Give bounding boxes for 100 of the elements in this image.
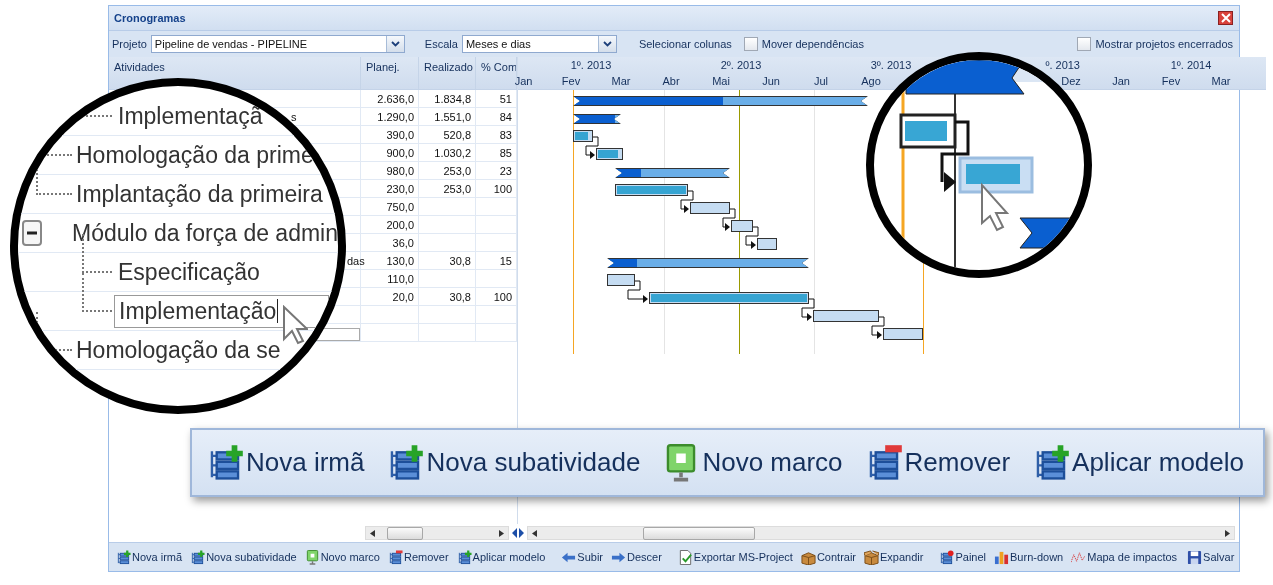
toolbar-button[interactable]: Expandir: [861, 549, 927, 565]
toolbar-button[interactable]: Nova subatividade: [187, 549, 300, 565]
toolbar-button[interactable]: Remover: [860, 443, 1015, 482]
column-header[interactable]: Planej.: [366, 61, 400, 73]
table-cell: 51: [499, 92, 512, 105]
month-label: Jan: [1111, 75, 1131, 89]
list-icon: [116, 549, 131, 565]
toolbar-button[interactable]: Burn-down: [991, 549, 1067, 565]
task-bar[interactable]: [573, 130, 593, 142]
table-cell: 83: [499, 128, 512, 141]
window-title: Cronogramas: [114, 12, 186, 24]
select-columns-button[interactable]: Selecionar colunas: [638, 38, 736, 50]
column-header[interactable]: Realizado: [424, 61, 473, 73]
table-cell: 200,0: [386, 218, 414, 231]
task-bar[interactable]: [813, 310, 879, 322]
toolbar-button[interactable]: Mapa de impactos: [1068, 549, 1181, 565]
box-icon: [864, 549, 879, 565]
task-bar[interactable]: [649, 292, 809, 304]
summary-bar[interactable]: [573, 96, 868, 106]
quarter-label: 2º. 2013: [720, 59, 762, 71]
tree-item[interactable]: Especificação: [118, 258, 260, 286]
month-label: Jun: [761, 75, 781, 89]
list-icon: [456, 549, 472, 565]
list-icon: [387, 549, 403, 565]
table-cell: 36,0: [392, 236, 414, 249]
table-cell: 253,0: [443, 182, 471, 195]
toolbar-button[interactable]: Subir: [558, 549, 606, 565]
task-bar[interactable]: [607, 274, 635, 286]
table-cell: 1.834,8: [434, 92, 471, 105]
quarter-label: 1º. 2014: [1170, 59, 1212, 71]
scroll-right-icon[interactable]: [1225, 529, 1230, 537]
table-cell: 1.290,0: [377, 110, 414, 123]
toolbar-button[interactable]: Novo marco: [658, 443, 847, 482]
checkbox-label: Mostrar projetos encerrados: [1095, 38, 1233, 50]
project-select[interactable]: Pipeline de vendas - PIPELINE: [150, 35, 405, 53]
tree-item[interactable]: Implementaçã: [118, 102, 263, 130]
splitter-arrows-icon[interactable]: [512, 528, 524, 538]
month-label: Mar: [1210, 75, 1232, 89]
table-cell: 230,0: [386, 182, 414, 195]
toolbar-button[interactable]: Novo marco: [301, 549, 383, 565]
month-label: Dez: [1060, 75, 1082, 89]
summary-bar[interactable]: [607, 258, 809, 268]
table-cell: 2.636,0: [377, 92, 414, 105]
monitor-icon: [304, 549, 320, 565]
task-bar[interactable]: [731, 220, 753, 232]
tree-item[interactable]: Homologação da se: [76, 336, 281, 364]
column-header[interactable]: % Com: [481, 61, 516, 73]
table-cell: 1.551,0: [434, 110, 471, 123]
scroll-right-icon[interactable]: [499, 529, 504, 537]
checkbox[interactable]: [743, 37, 758, 51]
toolbar-button[interactable]: Nova subatividade: [382, 443, 645, 482]
table-cell: 85: [499, 146, 512, 159]
table-cell: 30,8: [449, 290, 471, 303]
pointer-icon: [282, 305, 308, 345]
collapse-toggle[interactable]: [22, 220, 43, 246]
table-cell: 253,0: [443, 164, 471, 177]
tree-item[interactable]: Implantação da primeira: [76, 180, 323, 208]
tree-connector: [82, 272, 112, 312]
scrollbar[interactable]: [365, 526, 509, 540]
scale-select[interactable]: Meses e dias: [461, 35, 617, 53]
toolbar-button[interactable]: Nova irmã: [113, 549, 186, 565]
summary-bar[interactable]: [573, 114, 621, 124]
column-header[interactable]: Atividades: [114, 61, 165, 73]
toolbar-button[interactable]: Aplicar modelo: [453, 549, 549, 565]
table-cell: 390,0: [386, 128, 414, 141]
toolbar-button[interactable]: Contrair: [797, 549, 859, 565]
toolbar-button[interactable]: Descer: [608, 549, 665, 565]
month-label: Mai: [711, 75, 731, 89]
close-button[interactable]: [1218, 11, 1233, 25]
month-label: Abr: [661, 75, 681, 89]
table-cell: 30,8: [449, 254, 471, 267]
table-cell: 100: [493, 182, 512, 195]
month-label: Jul: [812, 75, 830, 89]
toolbar-button[interactable]: Nova irmã: [202, 443, 369, 482]
toolbar-button[interactable]: Remover: [384, 549, 452, 565]
checkbox-label: Mover dependências: [761, 38, 864, 50]
summary-bar[interactable]: [615, 168, 730, 178]
chevron-down-icon: [390, 41, 400, 47]
save-button[interactable]: Salvar: [1184, 549, 1238, 565]
quarter-label: º. 2013: [1045, 59, 1080, 71]
table-cell: 110,0: [387, 272, 414, 285]
list-icon: [939, 549, 955, 565]
scroll-left-icon[interactable]: [532, 529, 537, 537]
task-bar[interactable]: [690, 202, 730, 214]
quarter-label: 3º. 2013: [870, 59, 912, 71]
scrollbar[interactable]: [527, 526, 1235, 540]
activity-text: das: [347, 254, 365, 267]
tree-item[interactable]: Módulo da força de admin: [72, 219, 338, 247]
task-bar[interactable]: [615, 184, 688, 196]
list-icon: [190, 549, 206, 565]
checkbox[interactable]: [1077, 37, 1092, 51]
task-bar[interactable]: [596, 148, 623, 160]
toolbar-button[interactable]: Painel: [936, 549, 989, 565]
table-cell: 84: [499, 110, 512, 123]
scroll-left-icon[interactable]: [370, 529, 375, 537]
task-bar[interactable]: [757, 238, 777, 250]
tree-connector: [36, 311, 72, 351]
task-bar[interactable]: [883, 328, 923, 340]
toolbar-button[interactable]: Aplicar modelo: [1028, 443, 1249, 482]
toolbar-button[interactable]: Exportar MS-Project: [674, 549, 796, 565]
